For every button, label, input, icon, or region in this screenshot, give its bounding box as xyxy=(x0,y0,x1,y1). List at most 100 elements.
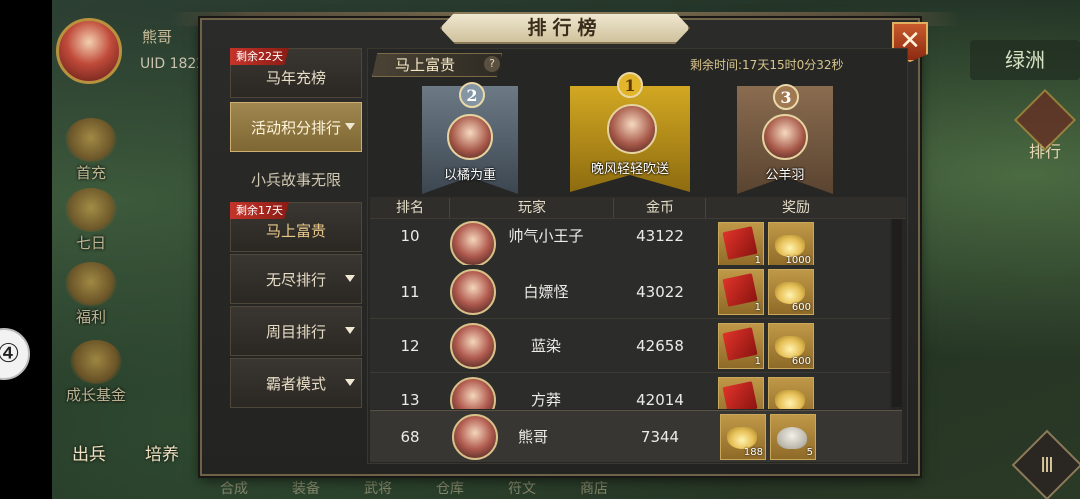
podium-first-name: 晚风轻轻吹送 xyxy=(590,162,669,177)
row-player-name: 白嫖怪 xyxy=(523,283,569,301)
row-coins: 42014 xyxy=(636,391,684,409)
nav-equipment[interactable]: 装备 xyxy=(292,478,320,498)
gold-ingot-icon xyxy=(775,235,805,257)
header-reward: 奖励 xyxy=(782,200,810,216)
rank-badge-1: 1 xyxy=(617,72,643,98)
table-row[interactable]: 12 蓝染 42658 1 600 xyxy=(370,319,890,373)
row-player-avatar[interactable] xyxy=(450,221,496,267)
dropdown-arrow-icon xyxy=(345,327,355,334)
reward-slot[interactable]: 188 xyxy=(720,414,766,460)
seven-day-icon xyxy=(65,188,117,232)
nav-warehouse[interactable]: 仓库 xyxy=(436,478,464,498)
first-recharge-icon xyxy=(65,118,117,162)
my-name: 熊哥 xyxy=(517,428,548,446)
reward-count: 5 xyxy=(806,447,813,458)
ranking-list[interactable]: 10 帅气小王子 43122 1 1000 11 白嫖怪 43022 1 600… xyxy=(370,219,890,409)
dropdown-arrow-icon xyxy=(345,275,355,282)
menu-item-label: 活动积分排行 xyxy=(250,119,341,137)
first-recharge-label: 首充 xyxy=(75,164,106,182)
welfare-icon xyxy=(65,262,117,306)
nav-generals[interactable]: 武将 xyxy=(364,478,392,498)
table-row[interactable]: 11 白嫖怪 43022 1 600 xyxy=(370,265,890,319)
screen-edge-bar xyxy=(0,0,52,499)
podium-second-name: 以橘为重 xyxy=(443,168,496,183)
list-scrollbar[interactable] xyxy=(892,219,902,407)
header-rank: 排名 xyxy=(396,200,424,216)
reward-slot[interactable]: 1000 xyxy=(768,222,814,268)
header-coins: 金币 xyxy=(646,200,674,216)
menu-overlord-mode[interactable]: 霸者模式 xyxy=(230,358,362,408)
growth-fund-label: 成长基金 xyxy=(65,386,126,404)
red-book-icon xyxy=(722,273,758,307)
table-row[interactable]: 13 方莽 42014 xyxy=(370,373,890,409)
nav-craft[interactable]: 合成 xyxy=(220,478,248,498)
help-icon[interactable]: ? xyxy=(484,56,500,72)
welfare-label: 福利 xyxy=(75,308,106,326)
remaining-time: 剩余时间:17天15时0分32秒 xyxy=(690,58,844,72)
deploy-button[interactable]: 出兵 xyxy=(72,440,106,465)
menu-remaining-tag: 剩余22天 xyxy=(230,48,289,65)
my-avatar[interactable] xyxy=(452,414,498,460)
growth-fund-icon xyxy=(70,340,122,384)
header-divider xyxy=(449,198,450,218)
podium-third-name: 公羊羽 xyxy=(765,168,805,183)
player-name: 熊哥 xyxy=(142,28,173,46)
welfare-button[interactable]: 福利 xyxy=(56,262,126,332)
row-player-name: 方莽 xyxy=(530,391,561,409)
my-coins: 7344 xyxy=(640,428,680,446)
ranking-subtitle-text: 马上富贵 xyxy=(395,56,456,74)
red-book-icon xyxy=(722,327,758,361)
podium-first-avatar[interactable] xyxy=(607,104,657,154)
my-rank: 68 xyxy=(400,428,420,446)
menu-activity-points-ranking[interactable]: 活动积分排行 xyxy=(230,102,362,152)
reward-slot[interactable]: 1 xyxy=(718,269,764,315)
menu-endless-ranking[interactable]: 无尽排行 xyxy=(230,254,362,304)
ranking-shortcut-button[interactable]: 排行 xyxy=(1013,88,1077,164)
gold-ingot-icon xyxy=(775,336,805,358)
gold-ingot-icon xyxy=(727,427,757,449)
reward-slot[interactable] xyxy=(718,377,764,409)
red-book-icon xyxy=(722,381,758,409)
reward-slot[interactable]: 1 xyxy=(718,323,764,369)
reward-slot[interactable] xyxy=(768,377,814,409)
train-button[interactable]: 培养 xyxy=(145,440,179,465)
podium-third-avatar[interactable] xyxy=(762,114,808,160)
red-book-icon xyxy=(722,226,758,260)
reward-slot[interactable]: 600 xyxy=(768,323,814,369)
row-rank: 12 xyxy=(400,337,420,355)
rank-badge-2: 2 xyxy=(459,82,485,108)
reward-slot[interactable]: 5 xyxy=(770,414,816,460)
dropdown-arrow-icon xyxy=(345,379,355,386)
menu-item-label: 霸者模式 xyxy=(265,375,326,393)
gold-ingot-icon xyxy=(775,282,805,304)
area-name: 绿洲 xyxy=(970,40,1080,80)
ranking-subtitle: 马上富贵 xyxy=(372,53,502,77)
growth-fund-button[interactable]: 成长基金 xyxy=(56,340,136,410)
podium-second-avatar[interactable] xyxy=(447,114,493,160)
seven-day-label: 七日 xyxy=(75,234,106,252)
rank-badge-3: 3 xyxy=(773,84,799,110)
header-divider xyxy=(705,198,706,218)
reward-count: 1 xyxy=(754,302,761,313)
reward-slot[interactable]: 1 xyxy=(718,222,764,268)
reward-count: 600 xyxy=(791,302,811,313)
seven-day-button[interactable]: 七日 xyxy=(56,188,126,258)
player-avatar[interactable] xyxy=(56,18,122,84)
menu-cycle-ranking[interactable]: 周目排行 xyxy=(230,306,362,356)
row-rank: 13 xyxy=(400,391,420,409)
nav-shop[interactable]: 商店 xyxy=(580,478,608,498)
row-player-name: 蓝染 xyxy=(530,337,561,355)
reward-slot[interactable]: 600 xyxy=(768,269,814,315)
bottom-nav: 合成 装备 武将 仓库 符文 商店 xyxy=(220,478,608,498)
first-recharge-button[interactable]: 首充 xyxy=(56,118,126,188)
menu-icon: Ⅲ xyxy=(1040,453,1054,477)
dropdown-arrow-icon xyxy=(345,123,355,130)
nav-runes[interactable]: 符文 xyxy=(508,478,536,498)
row-player-avatar[interactable] xyxy=(450,269,496,315)
menu-soldier-story[interactable]: 小兵故事无限 xyxy=(230,154,362,204)
menu-item-label: 小兵故事无限 xyxy=(250,171,341,189)
menu-item-label: 周目排行 xyxy=(265,323,326,341)
row-player-avatar[interactable] xyxy=(450,377,496,409)
gold-ingot-icon xyxy=(775,390,805,409)
row-player-avatar[interactable] xyxy=(450,323,496,369)
